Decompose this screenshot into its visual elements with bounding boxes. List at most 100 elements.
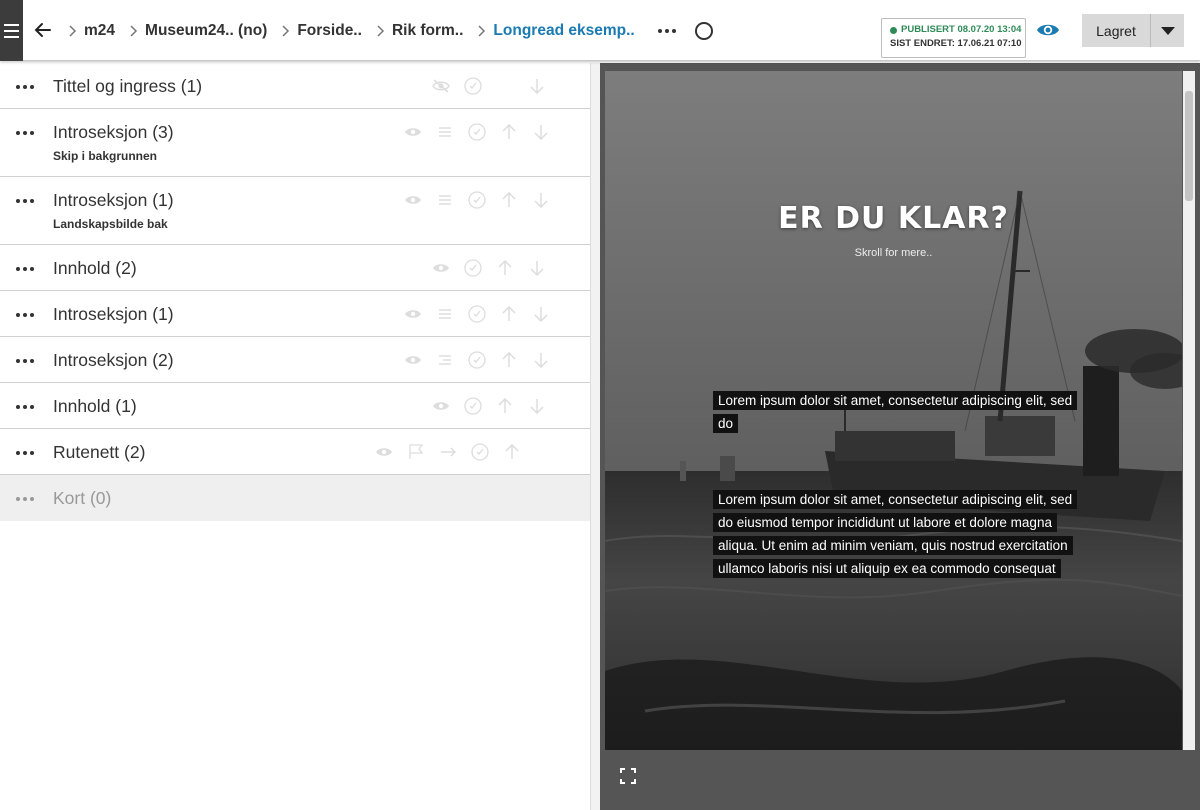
preview-heading: ER DU KLAR?	[778, 201, 1009, 236]
check-circle-icon[interactable]	[461, 350, 493, 370]
chevron-right-icon	[123, 21, 145, 41]
flag-icon[interactable]	[400, 442, 432, 462]
arrow-left-icon[interactable]	[30, 16, 56, 44]
section-row[interactable]: Introseksjon (1) Landskapsbilde bak	[0, 177, 590, 245]
arrow-down-icon[interactable]	[525, 190, 557, 210]
circle-icon[interactable]	[694, 21, 713, 40]
eye-icon[interactable]	[1036, 20, 1060, 40]
section-row[interactable]: Innhold (1)	[0, 383, 590, 429]
arrow-down-icon[interactable]	[525, 350, 557, 370]
preview-scrollbar[interactable]	[1183, 71, 1195, 750]
preview-canvas: ER DU KLAR? Skroll for mere.. Lorem ipsu…	[605, 71, 1182, 750]
arrow-up-icon[interactable]	[489, 258, 521, 278]
fullscreen-icon[interactable]	[620, 768, 636, 784]
section-subtitle: Landskapsbilde bak	[53, 217, 168, 231]
check-circle-icon[interactable]	[461, 190, 493, 210]
row-actions	[425, 396, 553, 416]
eye-off-icon[interactable]	[425, 76, 457, 96]
eye-icon[interactable]	[397, 122, 429, 142]
check-circle-icon[interactable]	[457, 76, 489, 96]
save-button[interactable]: Lagret	[1082, 14, 1150, 47]
row-actions	[397, 122, 557, 142]
row-actions	[397, 190, 557, 210]
more-icon[interactable]	[16, 199, 34, 203]
breadcrumb-item[interactable]: m24	[84, 22, 123, 40]
preview-text: Lorem ipsum dolor sit amet, consectetur …	[713, 391, 1078, 433]
arrow-down-icon[interactable]	[521, 76, 553, 96]
check-circle-icon[interactable]	[457, 396, 489, 416]
align-icon[interactable]	[429, 122, 461, 142]
more-icon[interactable]	[16, 497, 34, 501]
last-changed-date: SIST ENDRET: 17.06.21 07:10	[890, 38, 1022, 49]
more-icon[interactable]	[16, 451, 34, 455]
eye-icon[interactable]	[425, 396, 457, 416]
arrow-down-icon[interactable]	[521, 258, 553, 278]
arrow-up-icon[interactable]	[493, 350, 525, 370]
breadcrumb: m24 Museum24.. (no) Forside.. Rik form..…	[62, 0, 713, 61]
check-circle-icon[interactable]	[457, 258, 489, 278]
check-circle-icon[interactable]	[464, 442, 496, 462]
check-circle-icon[interactable]	[461, 304, 493, 324]
breadcrumb-item-current[interactable]: Longread eksemp..	[493, 22, 642, 40]
arrow-right-icon[interactable]	[432, 442, 464, 462]
section-title: Rutenett (2)	[53, 442, 146, 462]
eye-icon[interactable]	[397, 350, 429, 370]
section-row[interactable]: Introseksjon (3) Skip i bakgrunnen	[0, 109, 590, 177]
check-circle-icon[interactable]	[461, 122, 493, 142]
row-actions	[368, 442, 528, 462]
more-icon[interactable]	[16, 313, 34, 317]
section-row-disabled[interactable]: Kort (0)	[0, 475, 590, 521]
row-actions	[397, 304, 557, 324]
align-right-icon[interactable]	[429, 350, 461, 370]
more-icon[interactable]	[16, 267, 34, 271]
section-row[interactable]: Introseksjon (1)	[0, 291, 590, 337]
breadcrumb-item[interactable]: Rik form..	[392, 22, 471, 40]
more-icon[interactable]	[653, 21, 681, 41]
status-dot-icon	[890, 26, 897, 34]
section-title: Innhold (1)	[53, 396, 137, 416]
arrow-down-icon[interactable]	[521, 396, 553, 416]
panel-divider[interactable]	[590, 63, 600, 810]
section-title: Introseksjon (1)	[53, 190, 174, 210]
chevron-right-icon	[370, 21, 392, 41]
arrow-up-icon[interactable]	[493, 304, 525, 324]
section-title: Introseksjon (3)	[53, 122, 174, 142]
menu-icon[interactable]	[0, 0, 23, 61]
section-row[interactable]: Tittel og ingress (1)	[0, 63, 590, 109]
more-icon[interactable]	[16, 131, 34, 135]
more-icon[interactable]	[16, 85, 34, 89]
caret-down-icon[interactable]	[1150, 14, 1184, 47]
section-title: Innhold (2)	[53, 258, 137, 278]
row-actions	[425, 258, 553, 278]
chevron-right-icon	[62, 21, 84, 41]
preview-text: Lorem ipsum dolor sit amet, consectetur …	[713, 490, 1078, 578]
section-row[interactable]: Introseksjon (2)	[0, 337, 590, 383]
eye-icon[interactable]	[368, 442, 400, 462]
breadcrumb-item[interactable]: Forside..	[297, 22, 370, 40]
section-title: Kort (0)	[53, 488, 112, 508]
align-icon[interactable]	[429, 190, 461, 210]
section-title: Introseksjon (2)	[53, 350, 174, 370]
preview-subheading: Skroll for mere..	[854, 247, 933, 259]
scroll-thumb[interactable]	[1185, 91, 1193, 201]
section-title: Tittel og ingress (1)	[53, 76, 203, 96]
more-icon[interactable]	[16, 405, 34, 409]
arrow-up-icon[interactable]	[496, 442, 528, 462]
align-icon[interactable]	[429, 304, 461, 324]
eye-icon[interactable]	[397, 190, 429, 210]
row-actions	[425, 76, 553, 96]
eye-icon[interactable]	[397, 304, 429, 324]
preview-panel: ER DU KLAR? Skroll for mere.. Lorem ipsu…	[600, 63, 1200, 810]
eye-icon[interactable]	[425, 258, 457, 278]
section-row[interactable]: Rutenett (2)	[0, 429, 590, 475]
arrow-down-icon[interactable]	[525, 304, 557, 324]
arrow-down-icon[interactable]	[525, 122, 557, 142]
arrow-up-icon[interactable]	[493, 122, 525, 142]
more-icon[interactable]	[16, 359, 34, 363]
breadcrumb-item[interactable]: Museum24.. (no)	[145, 22, 275, 40]
preview-text-block: Lorem ipsum dolor sit amet, consectetur …	[713, 488, 1083, 580]
arrow-up-icon[interactable]	[493, 190, 525, 210]
published-date: PUBLISERT 08.07.20 13:04	[901, 24, 1022, 35]
section-row[interactable]: Innhold (2)	[0, 245, 590, 291]
arrow-up-icon[interactable]	[489, 396, 521, 416]
